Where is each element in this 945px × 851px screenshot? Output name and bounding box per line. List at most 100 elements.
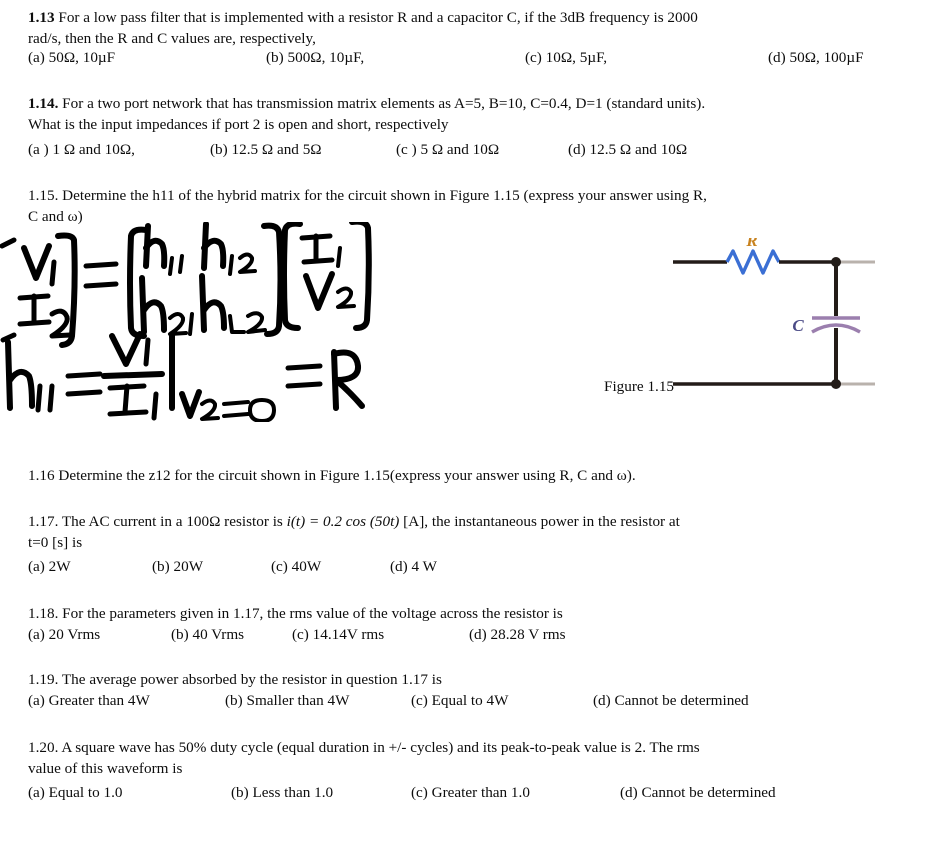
option-1-13-c-label: (c) (525, 49, 542, 66)
resistor-label: R (745, 238, 757, 250)
option-1-20-b-label: (b) (231, 784, 249, 801)
option-1-20-b-text: Less than 1.0 (252, 784, 334, 801)
option-1-20-c[interactable]: (c) Greater than 1.0 (411, 784, 530, 802)
option-1-17-d-label: (d) (390, 558, 408, 575)
option-1-13-c[interactable]: (c) 10Ω, 5µF, (525, 49, 607, 67)
option-1-13-b-label: (b) (266, 49, 284, 66)
option-1-19-c[interactable]: (c) Equal to 4W (411, 692, 508, 710)
option-1-17-b-label: (b) (152, 558, 170, 575)
question-1-20: 1.20. A square wave has 50% duty cycle (… (28, 738, 700, 779)
option-1-13-a-text: 50Ω, 10µF (48, 49, 116, 66)
option-1-20-d[interactable]: (d) Cannot be determined (620, 784, 776, 802)
option-1-18-c-text: 14.14V rms (312, 626, 385, 643)
question-1-18-body-line1: For the parameters given in 1.17, the rm… (62, 605, 563, 622)
question-1-14-line1: 1.14. For a two port network that has tr… (28, 94, 705, 115)
handwriting-strokes (0, 222, 372, 422)
option-1-14-d-label: (d) (568, 141, 586, 158)
figure-1-15-circuit: R C (660, 231, 945, 408)
option-1-19-c-text: Equal to 4W (431, 692, 509, 709)
option-1-18-a[interactable]: (a) 20 Vrms (28, 626, 100, 644)
option-1-18-b[interactable]: (b) 40 Vrms (171, 626, 244, 644)
document-page: 1.13 For a low pass filter that is imple… (0, 0, 945, 851)
option-1-18-d-label: (d) (469, 626, 487, 643)
question-1-19-line1: 1.19. The average power absorbed by the … (28, 670, 442, 691)
question-1-17-body-pre: The AC current in a 100Ω resistor is (61, 513, 287, 530)
option-1-13-b[interactable]: (b) 500Ω, 10µF, (266, 49, 364, 67)
option-1-17-c-text: 40W (291, 558, 322, 575)
option-1-18-c[interactable]: (c) 14.14V rms (292, 626, 384, 644)
option-1-14-b-text: 12.5 Ω and 5Ω (231, 141, 322, 158)
option-1-17-c[interactable]: (c) 40W (271, 558, 321, 576)
option-1-19-a-text: Greater than 4W (48, 692, 150, 709)
question-1-13-line1: 1.13 For a low pass filter that is imple… (28, 8, 698, 29)
option-1-17-c-label: (c) (271, 558, 288, 575)
question-1-18: 1.18. For the parameters given in 1.17, … (28, 604, 563, 625)
question-1-13: 1.13 For a low pass filter that is imple… (28, 8, 698, 49)
option-1-14-b-label: (b) (210, 141, 228, 158)
option-1-19-b-label: (b) (225, 692, 243, 709)
option-1-17-d[interactable]: (d) 4 W (390, 558, 437, 576)
option-1-14-a-text: 1 Ω and 10Ω, (52, 141, 135, 158)
option-1-14-b[interactable]: (b) 12.5 Ω and 5Ω (210, 141, 322, 159)
option-1-14-d-text: 12.5 Ω and 10Ω (589, 141, 688, 158)
option-1-18-a-label: (a) (28, 626, 45, 643)
option-1-14-c[interactable]: (c ) 5 Ω and 10Ω (396, 141, 499, 159)
question-1-20-number: 1.20. (28, 739, 59, 756)
option-1-20-a-text: Equal to 1.0 (48, 784, 123, 801)
option-1-14-a[interactable]: (a ) 1 Ω and 10Ω, (28, 141, 135, 159)
question-1-13-line2: rad/s, then the R and C values are, resp… (28, 29, 316, 47)
option-1-13-d[interactable]: (d) 50Ω, 100µF (768, 49, 864, 67)
question-1-14: 1.14. For a two port network that has tr… (28, 94, 705, 135)
option-1-20-b[interactable]: (b) Less than 1.0 (231, 784, 333, 802)
resistor-symbol (725, 249, 781, 275)
question-1-15-number: 1.15. (28, 187, 59, 204)
option-1-20-c-label: (c) (411, 784, 428, 801)
question-1-16-number: 1.16 (28, 467, 55, 484)
option-1-13-c-text: 10Ω, 5µF, (545, 49, 608, 66)
option-1-20-a[interactable]: (a) Equal to 1.0 (28, 784, 122, 802)
option-1-18-b-text: 40 Vrms (192, 626, 245, 643)
option-1-13-d-label: (d) (768, 49, 786, 66)
capacitor-label: C (792, 316, 804, 335)
rc-circuit-svg: R C (673, 231, 875, 389)
option-1-17-a-label: (a) (28, 558, 45, 575)
question-1-20-line2: value of this waveform is (28, 759, 183, 777)
option-1-13-d-text: 50Ω, 100µF (789, 49, 864, 66)
option-1-20-a-label: (a) (28, 784, 45, 801)
option-1-20-c-text: Greater than 1.0 (431, 784, 530, 801)
handwritten-annotation (0, 222, 430, 422)
option-1-18-c-label: (c) (292, 626, 309, 643)
option-1-19-d[interactable]: (d) Cannot be determined (593, 692, 749, 710)
question-1-18-number: 1.18. (28, 605, 59, 622)
option-1-17-b-text: 20W (173, 558, 204, 575)
question-1-16-line1: 1.16 Determine the z12 for the circuit s… (28, 466, 636, 487)
option-1-19-a[interactable]: (a) Greater than 4W (28, 692, 150, 710)
option-1-14-d[interactable]: (d) 12.5 Ω and 10Ω (568, 141, 687, 159)
option-1-19-d-text: Cannot be determined (614, 692, 749, 709)
question-1-14-body-line1: For a two port network that has transmis… (62, 95, 706, 112)
node-dot-bottom-right (831, 379, 841, 389)
option-1-18-a-text: 20 Vrms (48, 626, 101, 643)
option-1-18-d[interactable]: (d) 28.28 V rms (469, 626, 565, 644)
question-1-17-number: 1.17. (28, 513, 59, 530)
question-1-19: 1.19. The average power absorbed by the … (28, 670, 442, 691)
question-1-17-math: i(t) = 0.2 cos (50t) (286, 513, 400, 530)
option-1-17-b[interactable]: (b) 20W (152, 558, 203, 576)
question-1-16-body-line1: Determine the z12 for the circuit shown … (58, 467, 636, 484)
option-1-13-a[interactable]: (a) 50Ω, 10µF (28, 49, 115, 67)
question-1-15-body-line1: Determine the h11 of the hybrid matrix f… (62, 187, 707, 204)
option-1-19-b[interactable]: (b) Smaller than 4W (225, 692, 349, 710)
option-1-14-c-label: (c ) (396, 141, 417, 158)
option-1-19-c-label: (c) (411, 692, 428, 709)
option-1-18-d-text: 28.28 V rms (490, 626, 566, 643)
option-1-19-a-label: (a) (28, 692, 45, 709)
option-1-18-b-label: (b) (171, 626, 189, 643)
question-1-15-line2: C and ω) (28, 207, 83, 225)
option-1-20-d-text: Cannot be determined (641, 784, 776, 801)
option-1-14-a-label: (a ) (28, 141, 49, 158)
question-1-13-body-line1: For a low pass filter that is implemente… (58, 9, 698, 26)
question-1-17-line2: t=0 [s] is (28, 533, 83, 551)
question-1-15-line1: 1.15. Determine the h11 of the hybrid ma… (28, 186, 707, 207)
option-1-17-a-text: 2W (48, 558, 71, 575)
option-1-17-a[interactable]: (a) 2W (28, 558, 71, 576)
